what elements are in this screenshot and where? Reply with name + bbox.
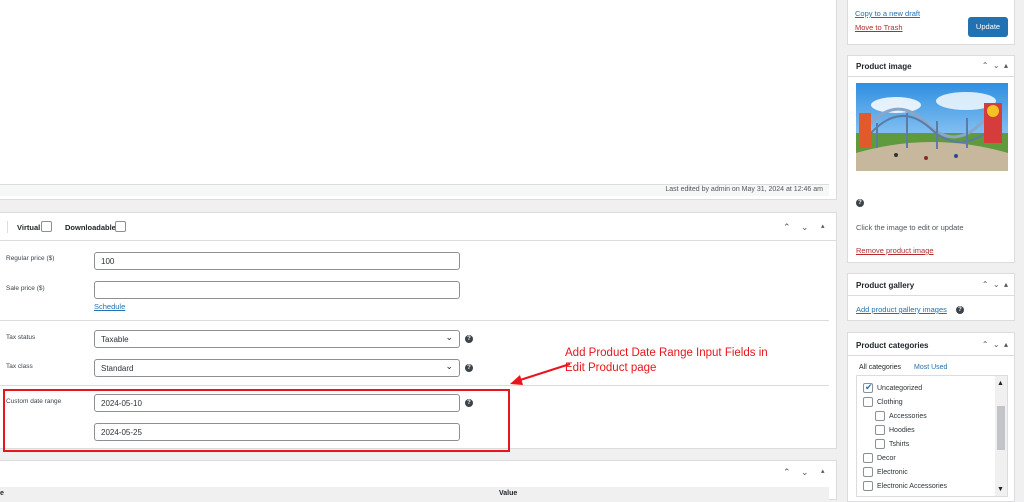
move-down-icon[interactable]: ⌄: [801, 222, 809, 233]
last-edited-text: Last edited by admin on May 31, 2024 at …: [665, 186, 823, 193]
update-button[interactable]: Update: [968, 17, 1008, 37]
regular-price-label: Regular price ($): [6, 255, 55, 262]
attributes-panel: ⌃ ⌄ ▴ e Value: [0, 460, 837, 501]
product-image-box: Product image ⌃ ⌄ ▴ ? Click the image to…: [847, 55, 1015, 263]
move-to-trash-link[interactable]: Move to Trash: [855, 23, 903, 32]
section-divider: [0, 385, 829, 386]
downloadable-checkbox[interactable]: [115, 221, 126, 232]
help-icon[interactable]: ?: [956, 306, 964, 314]
copy-draft-link[interactable]: Copy to a new draft: [855, 9, 920, 18]
category-checkbox[interactable]: [863, 467, 873, 477]
box-divider: [848, 76, 1014, 77]
virtual-label: Virtual:: [17, 223, 43, 232]
category-checkbox[interactable]: [875, 439, 885, 449]
scrollbar-thumb[interactable]: [997, 406, 1005, 450]
toggle-panel-icon[interactable]: ▴: [821, 222, 825, 230]
box-divider: [848, 295, 1014, 296]
category-item-tshirts[interactable]: Tshirts: [875, 439, 909, 449]
category-item-clothing[interactable]: Clothing: [863, 397, 903, 407]
tab-all-categories[interactable]: All categories: [859, 364, 902, 372]
category-checkbox[interactable]: [875, 411, 885, 421]
annotation-line-1: Add Product Date Range Input Fields in: [565, 347, 768, 359]
scroll-down-icon[interactable]: ▼: [997, 486, 1004, 493]
move-down-icon[interactable]: ⌄: [801, 467, 809, 478]
box-controls[interactable]: ⌃ ⌄ ▴: [982, 280, 1008, 289]
annotation-text: Add Product Date Range Input Fields in E…: [565, 346, 825, 376]
toggle-panel-icon[interactable]: ▴: [821, 467, 825, 475]
product-image-title: Product image: [856, 62, 912, 71]
box-controls[interactable]: ⌃ ⌄ ▴: [982, 340, 1008, 349]
editor-status-bar: Last edited by admin on May 31, 2024 at …: [0, 184, 829, 196]
chevron-down-icon: ⌄: [445, 361, 453, 371]
tax-status-select[interactable]: Taxable ⌄: [94, 330, 460, 348]
tax-status-label: Tax status: [6, 334, 36, 341]
name-column-header: e: [0, 490, 4, 497]
schedule-link[interactable]: Schedule: [94, 302, 125, 311]
remove-product-image-link[interactable]: Remove product image: [856, 246, 934, 255]
category-checkbox[interactable]: [863, 397, 873, 407]
section-divider: [0, 320, 829, 321]
product-gallery-title: Product gallery: [856, 281, 915, 290]
chevron-down-icon: ⌄: [445, 332, 453, 342]
scroll-up-icon[interactable]: ▲: [997, 380, 1004, 387]
value-column-header: Value: [499, 490, 518, 497]
box-controls[interactable]: ⌃ ⌄ ▴: [982, 61, 1008, 70]
sale-price-input[interactable]: [94, 281, 460, 299]
product-gallery-box: Product gallery ⌃ ⌄ ▴ Add product galler…: [847, 273, 1015, 321]
annotation-line-2: Edit Product page: [565, 362, 657, 374]
highlight-box: [3, 389, 510, 452]
tab-most-used[interactable]: Most Used: [914, 364, 947, 371]
category-checkbox[interactable]: [863, 481, 873, 491]
move-up-icon[interactable]: ⌃: [783, 467, 791, 478]
category-item-electronic-accessories[interactable]: Electronic Accessories: [863, 481, 947, 491]
product-image-thumbnail[interactable]: [856, 83, 1008, 171]
attributes-table-header: e Value: [0, 487, 829, 501]
tax-class-label: Tax class: [6, 363, 33, 370]
category-checkbox[interactable]: ✔: [863, 382, 873, 393]
box-divider: [848, 355, 1014, 356]
sale-price-label: Sale price ($): [6, 285, 45, 292]
tax-class-select[interactable]: Standard ⌄: [94, 359, 460, 377]
category-list: ✔ Uncategorized Clothing Accessories Hood…: [856, 375, 1008, 497]
checkmark-icon: ✔: [865, 382, 873, 392]
category-checkbox[interactable]: [863, 453, 873, 463]
product-data-header: Virtual: Downloadable: ⌃ ⌄ ▴: [0, 213, 836, 241]
tax-class-value: Standard: [101, 364, 134, 373]
category-item-decor[interactable]: Decor: [863, 453, 896, 463]
tax-status-value: Taxable: [101, 335, 129, 344]
help-icon[interactable]: ?: [465, 364, 473, 372]
add-gallery-images-link[interactable]: Add product gallery images: [856, 305, 947, 314]
edit-image-hint: Click the image to edit or update: [856, 223, 964, 232]
category-item-uncategorized[interactable]: ✔ Uncategorized: [863, 382, 922, 393]
category-item-accessories[interactable]: Accessories: [875, 411, 927, 421]
help-icon[interactable]: ?: [465, 335, 473, 343]
help-icon[interactable]: ?: [856, 199, 864, 207]
content-editor[interactable]: Last edited by admin on May 31, 2024 at …: [0, 0, 837, 200]
move-up-icon[interactable]: ⌃: [783, 222, 791, 233]
downloadable-label: Downloadable:: [65, 223, 119, 232]
category-item-electronic[interactable]: Electronic: [863, 467, 908, 477]
category-scrollbar[interactable]: ▲ ▼: [995, 376, 1007, 496]
header-divider: [7, 221, 8, 233]
category-item-hoodies[interactable]: Hoodies: [875, 425, 915, 435]
category-checkbox[interactable]: [875, 425, 885, 435]
virtual-checkbox[interactable]: [41, 221, 52, 232]
regular-price-input[interactable]: 100: [94, 252, 460, 270]
product-categories-title: Product categories: [856, 341, 929, 350]
product-categories-box: Product categories ⌃ ⌄ ▴ All categories …: [847, 332, 1015, 502]
